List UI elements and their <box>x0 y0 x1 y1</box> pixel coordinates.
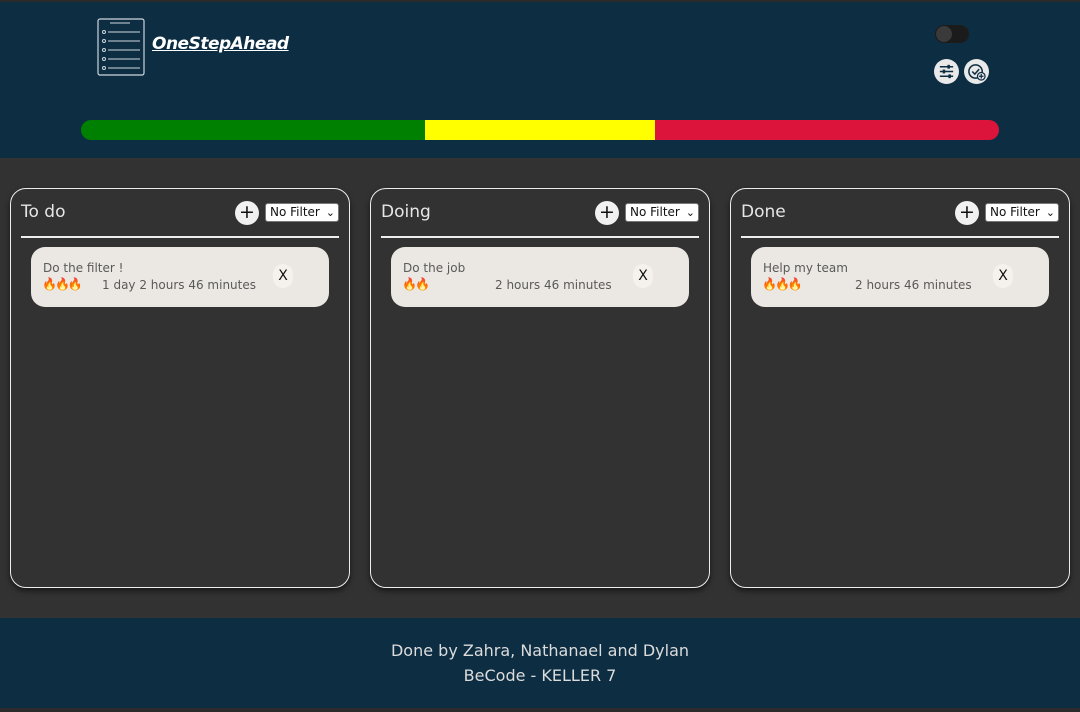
filter-select-value: No Filter <box>990 205 1040 219</box>
add-card-button[interactable]: + <box>955 201 979 225</box>
column-divider <box>21 236 339 238</box>
delete-card-button[interactable]: X <box>633 264 653 288</box>
app-header: OneStepAhead <box>0 0 1080 158</box>
task-progress-bar <box>81 120 999 140</box>
chevron-down-icon: ⌄ <box>325 206 335 219</box>
filter-select[interactable]: No Filter ⌄ <box>265 203 339 222</box>
progress-segment-doing <box>425 120 655 140</box>
filter-select[interactable]: No Filter ⌄ <box>625 203 699 222</box>
chevron-down-icon: ⌄ <box>1045 206 1055 219</box>
filter-select-value: No Filter <box>630 205 680 219</box>
filter-select[interactable]: No Filter ⌄ <box>985 203 1059 222</box>
column-title: To do <box>21 202 66 222</box>
column-doing: Doing + No Filter ⌄ Do the job 🔥🔥 2 hour… <box>370 188 710 588</box>
task-card[interactable]: Do the filter ! 🔥🔥🔥 1 day 2 hours 46 min… <box>31 247 329 307</box>
notepad-checklist-icon <box>96 17 146 77</box>
filter-select-value: No Filter <box>270 205 320 219</box>
task-time: 1 day 2 hours 46 minutes <box>102 278 256 292</box>
flame-priority-icons: 🔥🔥🔥 <box>762 277 803 291</box>
chevron-down-icon: ⌄ <box>685 206 695 219</box>
task-title: Do the job <box>403 261 466 275</box>
delete-card-button[interactable]: X <box>273 264 293 288</box>
footer-school: BeCode - KELLER 7 <box>463 666 617 685</box>
task-card[interactable]: Do the job 🔥🔥 2 hours 46 minutes X <box>391 247 689 307</box>
task-title: Do the filter ! <box>43 261 124 275</box>
add-card-button[interactable]: + <box>235 201 259 225</box>
toggle-switch-icon <box>936 26 952 42</box>
filter-settings-button[interactable] <box>934 59 959 84</box>
progress-segment-done <box>654 120 999 140</box>
add-card-button[interactable]: + <box>595 201 619 225</box>
delete-card-button[interactable]: X <box>993 264 1013 288</box>
theme-toggle[interactable] <box>935 25 969 43</box>
column-divider <box>741 236 1059 238</box>
column-title: Doing <box>381 202 431 222</box>
task-card[interactable]: Help my team 🔥🔥🔥 2 hours 46 minutes X <box>751 247 1049 307</box>
progress-segment-to-do <box>81 120 426 140</box>
add-task-button[interactable] <box>964 59 989 84</box>
task-title: Help my team <box>763 261 848 275</box>
column-divider <box>381 236 699 238</box>
flame-priority-icons: 🔥🔥🔥 <box>42 277 83 291</box>
app-logo-text: OneStepAhead <box>152 34 289 54</box>
footer-credits: Done by Zahra, Nathanael and Dylan <box>390 641 690 660</box>
column-done: Done + No Filter ⌄ Help my team 🔥🔥🔥 2 ho… <box>730 188 1070 588</box>
column-title: Done <box>741 202 786 222</box>
sliders-icon <box>939 64 954 79</box>
task-time: 2 hours 46 minutes <box>495 278 612 292</box>
flame-priority-icons: 🔥🔥 <box>402 277 430 291</box>
column-todo: To do + No Filter ⌄ Do the filter ! 🔥🔥🔥 … <box>10 188 350 588</box>
check-plus-icon <box>968 64 986 81</box>
board: To do + No Filter ⌄ Do the filter ! 🔥🔥🔥 … <box>0 158 1080 618</box>
task-time: 2 hours 46 minutes <box>855 278 972 292</box>
app-footer: Done by Zahra, Nathanael and Dylan BeCod… <box>0 618 1080 712</box>
